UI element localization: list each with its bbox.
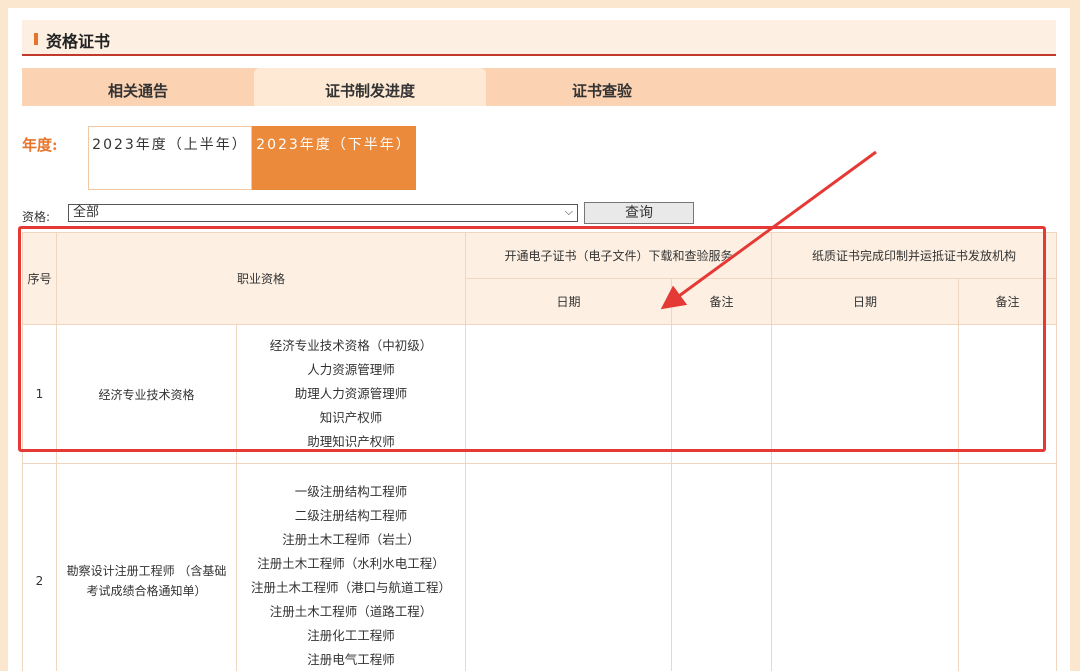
progress-table: 序号 职业资格 开通电子证书（电子文件）下载和查验服务 纸质证书完成印制并运抵证… [22, 232, 1058, 671]
row-electronic-date [465, 463, 673, 671]
qualification-filter-label: 资格: [22, 210, 51, 224]
qualification-select-value: 全部 [73, 205, 100, 220]
row-paper-remark [958, 324, 1058, 464]
row-seq: 2 [22, 463, 57, 671]
row-electronic-date [465, 324, 673, 464]
section-marker [34, 33, 38, 45]
header-paper-remark: 备注 [958, 278, 1058, 325]
certificate-panel: 资格证书 相关通告 证书制发进度 证书查验 年度: 2023年度（上半年） 20… [8, 8, 1070, 671]
row-paper-date [771, 463, 960, 671]
tab-issuance-progress[interactable]: 证书制发进度 [254, 68, 486, 106]
query-button[interactable]: 查询 [584, 202, 694, 224]
year-option-second-half[interactable]: 2023年度（下半年） [252, 126, 416, 190]
row-electronic-remark [671, 463, 773, 671]
header-seq: 序号 [22, 232, 57, 325]
qualification-select[interactable]: 全部 ⌵ [68, 204, 578, 222]
row-electronic-remark [671, 324, 773, 464]
table-row: 1 经济专业技术资格 经济专业技术资格（中初级） 人力资源管理师 助理人力资源管… [22, 324, 1058, 464]
section-title: 资格证书 [46, 32, 111, 51]
table-row: 2 勘察设计注册工程师 （含基础考试成绩合格通知单） 一级注册结构工程师 二级注… [22, 463, 1058, 671]
tab-bar: 相关通告 证书制发进度 证书查验 [22, 68, 1056, 106]
row-qualification-list: 经济专业技术资格（中初级） 人力资源管理师 助理人力资源管理师 知识产权师 助理… [235, 324, 467, 464]
row-paper-remark [958, 463, 1058, 671]
header-qualification: 职业资格 [55, 232, 467, 325]
row-category: 经济专业技术资格 [56, 324, 237, 464]
section-header: 资格证书 [22, 20, 1056, 56]
header-paper-certificate: 纸质证书完成印制并运抵证书发放机构 [771, 232, 1058, 279]
row-seq: 1 [22, 324, 57, 464]
row-category: 勘察设计注册工程师 （含基础考试成绩合格通知单） [56, 463, 237, 671]
header-electronic-remark: 备注 [671, 278, 773, 325]
header-electronic-certificate: 开通电子证书（电子文件）下载和查验服务 [465, 232, 773, 279]
tab-certificate-verify[interactable]: 证书查验 [486, 68, 718, 106]
row-paper-date [771, 324, 960, 464]
year-label: 年度: [22, 136, 58, 154]
header-electronic-date: 日期 [465, 278, 673, 325]
year-option-first-half[interactable]: 2023年度（上半年） [88, 126, 252, 190]
header-paper-date: 日期 [771, 278, 960, 325]
row-qualification-list: 一级注册结构工程师 二级注册结构工程师 注册土木工程师（岩土） 注册土木工程师（… [235, 463, 467, 671]
tab-announcements[interactable]: 相关通告 [22, 68, 254, 106]
chevron-down-icon: ⌵ [564, 205, 573, 218]
